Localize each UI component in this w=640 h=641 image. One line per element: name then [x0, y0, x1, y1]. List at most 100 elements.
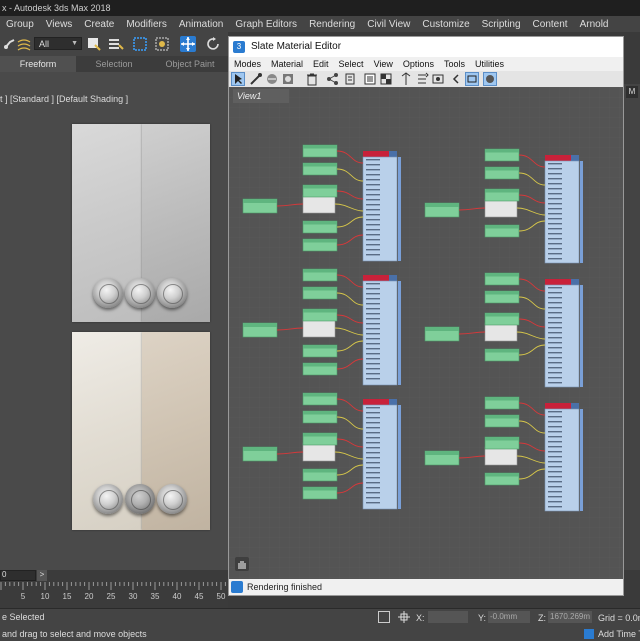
normal-bump-node[interactable] [484, 446, 518, 466]
material-node-slot[interactable] [366, 288, 380, 290]
material-node-slot[interactable] [548, 496, 562, 498]
menu-item-graph-editors[interactable]: Graph Editors [229, 19, 303, 30]
material-node-slot[interactable] [366, 348, 380, 350]
chevron-right-icon[interactable]: > [37, 570, 47, 581]
material-node-slot[interactable] [548, 411, 562, 413]
sme-menu-edit[interactable]: Edit [308, 59, 334, 69]
material-node-slot[interactable] [366, 442, 380, 444]
material-node-slot[interactable] [548, 178, 562, 180]
material-node[interactable] [544, 160, 580, 264]
material-node-slot[interactable] [366, 308, 380, 310]
timeline[interactable]: 0 > 5 10 15 20 25 30 35 40 45 50 [0, 570, 228, 608]
material-node-slot[interactable] [366, 184, 380, 186]
command-panel-tab[interactable]: M [626, 86, 638, 98]
material-node[interactable] [544, 284, 580, 388]
material-node-slot[interactable] [366, 487, 380, 489]
viewport-label[interactable]: t ] [Standard ] [Default Shading ] [0, 94, 128, 104]
node-view[interactable] [229, 87, 623, 579]
normal-bump-node[interactable] [484, 198, 518, 218]
normal-bump-node[interactable] [302, 318, 336, 338]
material-node-slot[interactable] [366, 219, 380, 221]
material-node-slot[interactable] [548, 506, 562, 508]
material-node-slot[interactable] [548, 183, 562, 185]
normal-bump-node[interactable] [484, 322, 518, 342]
material-node-output[interactable] [580, 285, 583, 387]
select-and-rotate-icon[interactable] [205, 36, 221, 52]
lock-selection-icon[interactable] [378, 611, 390, 623]
selection-filter-dropdown[interactable]: All ▼ [34, 37, 82, 50]
material-node-slot[interactable] [548, 317, 562, 319]
command-panel[interactable]: M [624, 84, 640, 570]
menu-item-create[interactable]: Create [78, 19, 120, 30]
material-node-slot[interactable] [548, 451, 562, 453]
door-knob[interactable] [157, 484, 187, 514]
material-node-slot[interactable] [548, 342, 562, 344]
material-node-slot[interactable] [366, 373, 380, 375]
material-node-slot[interactable] [366, 239, 380, 241]
material-node-slot[interactable] [366, 159, 380, 161]
material-node-slot[interactable] [366, 477, 380, 479]
material-node-slot[interactable] [548, 312, 562, 314]
sme-menu-material[interactable]: Material [266, 59, 308, 69]
material-node-slot[interactable] [548, 302, 562, 304]
material-node-slot[interactable] [548, 292, 562, 294]
material-node-slot[interactable] [548, 486, 562, 488]
menu-item-rendering[interactable]: Rendering [303, 19, 361, 30]
select-object-icon[interactable] [86, 36, 102, 52]
material-node-slot[interactable] [548, 416, 562, 418]
material-node-slot[interactable] [548, 446, 562, 448]
hide-unused-slots-icon[interactable] [343, 72, 357, 88]
material-node-slot[interactable] [366, 358, 380, 360]
layout-all-icon[interactable] [399, 72, 413, 88]
material-node-slot[interactable] [548, 441, 562, 443]
material-node-slot[interactable] [366, 472, 380, 474]
material-node-slot[interactable] [548, 218, 562, 220]
material-node-slot[interactable] [548, 258, 562, 260]
layout-children-icon[interactable] [415, 72, 429, 88]
select-tool-icon[interactable] [231, 72, 245, 86]
material-node-slot[interactable] [366, 244, 380, 246]
material-node-slot[interactable] [548, 233, 562, 235]
material-node-slot[interactable] [548, 476, 562, 478]
material-node-slot[interactable] [366, 323, 380, 325]
menu-item-civil-view[interactable]: Civil View [361, 19, 416, 30]
menu-item-animation[interactable]: Animation [173, 19, 229, 30]
material-node-slot[interactable] [548, 337, 562, 339]
perspective-viewport[interactable] [0, 72, 228, 570]
bind-spacewarp-icon[interactable] [16, 36, 32, 52]
timeline-ruler[interactable]: 5 10 15 20 25 30 35 40 45 50 [0, 582, 228, 608]
material-node-slot[interactable] [548, 188, 562, 190]
x-coordinate-field[interactable] [428, 611, 468, 623]
material-node-slot[interactable] [366, 482, 380, 484]
door-knob[interactable] [93, 278, 123, 308]
material-node-slot[interactable] [366, 298, 380, 300]
sme-menu-options[interactable]: Options [398, 59, 439, 69]
assign-material-icon[interactable] [281, 72, 295, 88]
material-node-slot[interactable] [366, 462, 380, 464]
material-node-output[interactable] [398, 405, 401, 509]
node-graph[interactable] [229, 87, 623, 579]
material-node-slot[interactable] [548, 228, 562, 230]
material-node-slot[interactable] [366, 199, 380, 201]
material-node-slot[interactable] [548, 362, 562, 364]
material-node-slot[interactable] [366, 492, 380, 494]
menu-item-scripting[interactable]: Scripting [476, 19, 527, 30]
put-to-scene-icon[interactable] [265, 72, 279, 88]
menu-item-modifiers[interactable]: Modifiers [120, 19, 173, 30]
material-node-slot[interactable] [366, 224, 380, 226]
material-node-slot[interactable] [366, 328, 380, 330]
material-node-slot[interactable] [366, 338, 380, 340]
material-node-slot[interactable] [366, 333, 380, 335]
material-node-slot[interactable] [548, 466, 562, 468]
menu-item-customize[interactable]: Customize [416, 19, 475, 30]
window-crossing-icon[interactable] [154, 36, 170, 52]
material-node-slot[interactable] [548, 297, 562, 299]
material-node-slot[interactable] [366, 502, 380, 504]
material-node-slot[interactable] [548, 327, 562, 329]
material-node-slot[interactable] [366, 254, 380, 256]
material-node-slot[interactable] [548, 287, 562, 289]
material-node-slot[interactable] [366, 174, 380, 176]
material-node-slot[interactable] [366, 303, 380, 305]
material-node-slot[interactable] [366, 497, 380, 499]
material-node-output[interactable] [580, 161, 583, 263]
